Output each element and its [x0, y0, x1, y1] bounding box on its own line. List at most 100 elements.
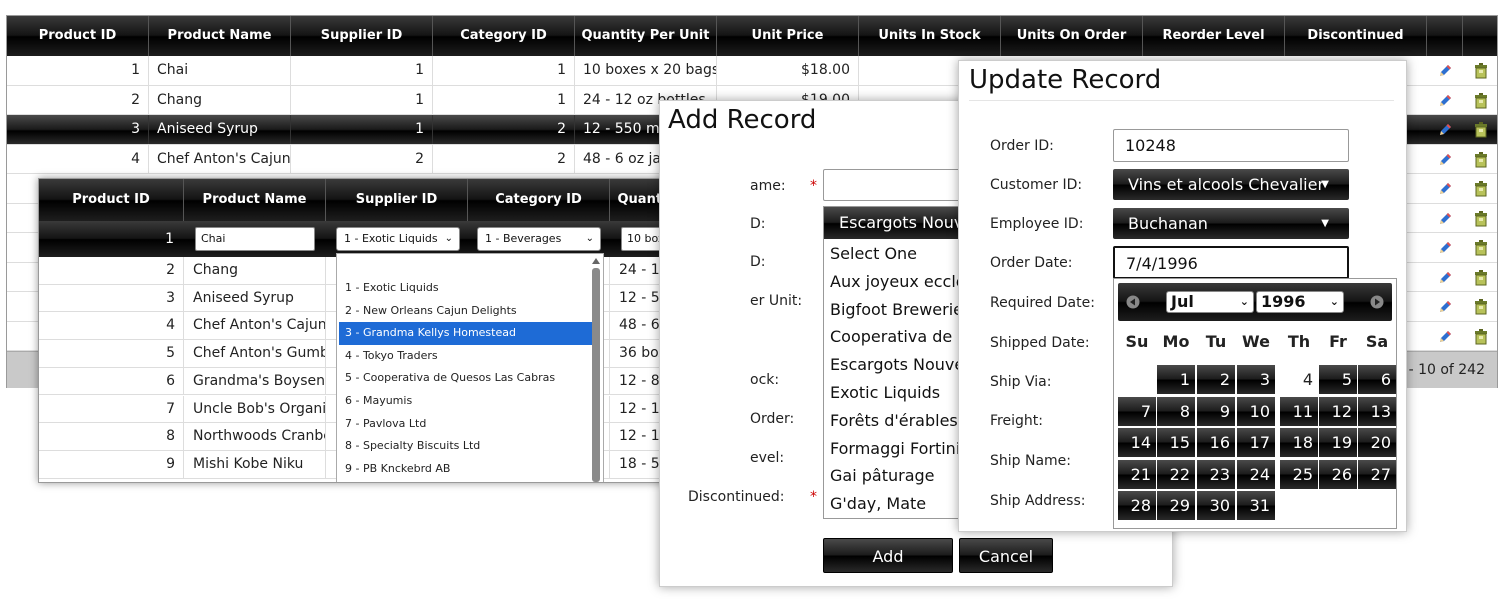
supplier-select[interactable]: 1 - Exotic Liquids ⌄: [336, 227, 460, 251]
col-product-name[interactable]: Product Name: [149, 16, 291, 56]
dropdown-option[interactable]: 5 - Cooperativa de Quesos Las Cabras: [339, 367, 592, 390]
dropdown-option[interactable]: 7 - Pavlova Ltd: [339, 413, 592, 436]
calendar-day[interactable]: 25: [1280, 459, 1318, 489]
calendar-day[interactable]: 9: [1197, 396, 1235, 426]
calendar-day[interactable]: 27: [1358, 459, 1396, 489]
year-select[interactable]: 1996 ⌄: [1256, 291, 1344, 313]
calendar-day[interactable]: 15: [1157, 428, 1195, 457]
field-label: ock:: [750, 372, 780, 388]
calendar-day[interactable]: 26: [1319, 459, 1357, 489]
ship-via-label: Ship Via:: [990, 374, 1052, 390]
dropdown-option[interactable]: 6 - Mayumis: [339, 390, 592, 413]
calendar-day[interactable]: 6: [1358, 365, 1396, 394]
trash-icon[interactable]: [1473, 180, 1489, 197]
trash-icon[interactable]: [1473, 269, 1489, 286]
calendar-day[interactable]: 23: [1197, 459, 1235, 489]
cancel-button[interactable]: Cancel: [959, 538, 1053, 573]
col-category-id[interactable]: Category ID: [433, 16, 575, 56]
col-quantity-per-unit[interactable]: Quantity Per Unit: [575, 16, 717, 56]
next-month-icon[interactable]: [1370, 295, 1384, 309]
add-button[interactable]: Add: [823, 538, 953, 573]
dropdown-option[interactable]: 4 - Tokyo Traders: [339, 345, 592, 368]
col-product-name[interactable]: Product Name: [184, 179, 326, 221]
trash-icon[interactable]: [1473, 328, 1489, 345]
pencil-icon[interactable]: [1437, 270, 1453, 286]
trash-icon[interactable]: [1473, 298, 1489, 315]
employee-id-select[interactable]: Buchanan ▼: [1113, 208, 1349, 239]
pencil-icon[interactable]: [1437, 329, 1453, 345]
calendar-day[interactable]: 22: [1157, 459, 1195, 489]
order-id-input[interactable]: 10248: [1113, 129, 1349, 162]
text-input[interactable]: [823, 169, 963, 201]
pager-text: - 10 of 242: [1408, 362, 1485, 378]
grid-header: Product ID Product Name Supplier ID Cate…: [7, 16, 1497, 56]
calendar-day[interactable]: 30: [1197, 491, 1235, 520]
calendar-day[interactable]: 17: [1237, 428, 1275, 457]
trash-icon[interactable]: [1473, 239, 1489, 256]
order-id-label: Order ID:: [990, 138, 1054, 154]
calendar-day[interactable]: 24: [1237, 459, 1275, 489]
caret-down-icon: ▼: [1321, 179, 1329, 190]
dropdown-option[interactable]: 1 - Exotic Liquids: [339, 277, 592, 300]
calendar-day[interactable]: 12: [1319, 396, 1357, 426]
calendar-day[interactable]: 21: [1118, 459, 1156, 489]
col-supplier-id[interactable]: Supplier ID: [326, 179, 468, 221]
dropdown-option[interactable]: 3 - Grandma Kellys Homestead: [339, 322, 592, 345]
cell-product-id: 4: [39, 312, 184, 340]
calendar-day[interactable]: 1: [1157, 365, 1195, 394]
pencil-icon[interactable]: [1437, 181, 1453, 197]
col-reorder-level[interactable]: Reorder Level: [1143, 16, 1285, 56]
product-name-input[interactable]: Chai: [195, 227, 315, 251]
col-unit-price[interactable]: Unit Price: [717, 16, 859, 56]
dropdown-scrollbar[interactable]: [591, 256, 601, 482]
calendar-day[interactable]: 31: [1237, 491, 1275, 520]
calendar-day[interactable]: 4: [1280, 365, 1318, 394]
calendar-day[interactable]: 16: [1197, 428, 1235, 457]
calendar-day[interactable]: 20: [1358, 428, 1396, 457]
trash-icon[interactable]: [1473, 62, 1489, 79]
trash-icon[interactable]: [1473, 210, 1489, 227]
calendar-day[interactable]: 18: [1280, 428, 1318, 457]
category-select-value: 1 - Beverages: [485, 232, 562, 245]
pencil-icon[interactable]: [1437, 93, 1453, 109]
customer-id-select[interactable]: Vins et alcools Chevalier ▼: [1113, 169, 1349, 200]
pencil-icon[interactable]: [1437, 152, 1453, 168]
pencil-icon[interactable]: [1437, 240, 1453, 256]
calendar-day[interactable]: 13: [1358, 396, 1396, 426]
calendar-day[interactable]: 29: [1157, 491, 1195, 520]
calendar-day[interactable]: 8: [1157, 396, 1195, 426]
calendar-day[interactable]: 5: [1319, 365, 1357, 394]
dropdown-option[interactable]: 9 - PB Knckebrd AB: [339, 458, 592, 481]
calendar-day[interactable]: 10: [1237, 396, 1275, 426]
col-units-in-stock[interactable]: Units In Stock: [859, 16, 1001, 56]
col-product-id[interactable]: Product ID: [7, 16, 149, 56]
col-supplier-id[interactable]: Supplier ID: [291, 16, 433, 56]
prev-month-icon[interactable]: [1126, 295, 1140, 309]
dropdown-option[interactable]: 2 - New Orleans Cajun Delights: [339, 300, 592, 323]
col-category-id[interactable]: Category ID: [468, 179, 610, 221]
trash-icon[interactable]: [1473, 121, 1489, 138]
category-select[interactable]: 1 - Beverages ⌄: [477, 227, 601, 251]
pencil-icon[interactable]: [1437, 63, 1453, 79]
calendar-day[interactable]: 2: [1197, 365, 1235, 394]
trash-icon[interactable]: [1473, 92, 1489, 109]
month-select[interactable]: Jul ⌄: [1166, 291, 1254, 313]
calendar-day[interactable]: 28: [1118, 491, 1156, 520]
calendar-day[interactable]: 19: [1319, 428, 1357, 457]
dropdown-option[interactable]: 8 - Specialty Biscuits Ltd: [339, 435, 592, 458]
calendar-day[interactable]: 3: [1237, 365, 1275, 394]
col-discontinued[interactable]: Discontinued: [1285, 16, 1427, 56]
calendar-day[interactable]: 11: [1280, 396, 1318, 426]
col-units-on-order[interactable]: Units On Order: [1001, 16, 1143, 56]
order-date-input[interactable]: 7/4/1996: [1113, 246, 1349, 279]
supplier-dropdown-list[interactable]: 1 - Exotic Liquids 2 - New Orleans Cajun …: [336, 253, 604, 482]
calendar-day[interactable]: 7: [1118, 396, 1156, 426]
cell-product-name: Aniseed Syrup: [184, 284, 326, 312]
pencil-icon[interactable]: [1437, 211, 1453, 227]
trash-icon[interactable]: [1473, 151, 1489, 168]
cell-product-name: Mishi Kobe Niku: [184, 450, 326, 478]
pencil-icon[interactable]: [1437, 122, 1453, 138]
pencil-icon[interactable]: [1437, 299, 1453, 315]
col-product-id[interactable]: Product ID: [39, 179, 184, 221]
calendar-day[interactable]: 14: [1118, 428, 1156, 457]
